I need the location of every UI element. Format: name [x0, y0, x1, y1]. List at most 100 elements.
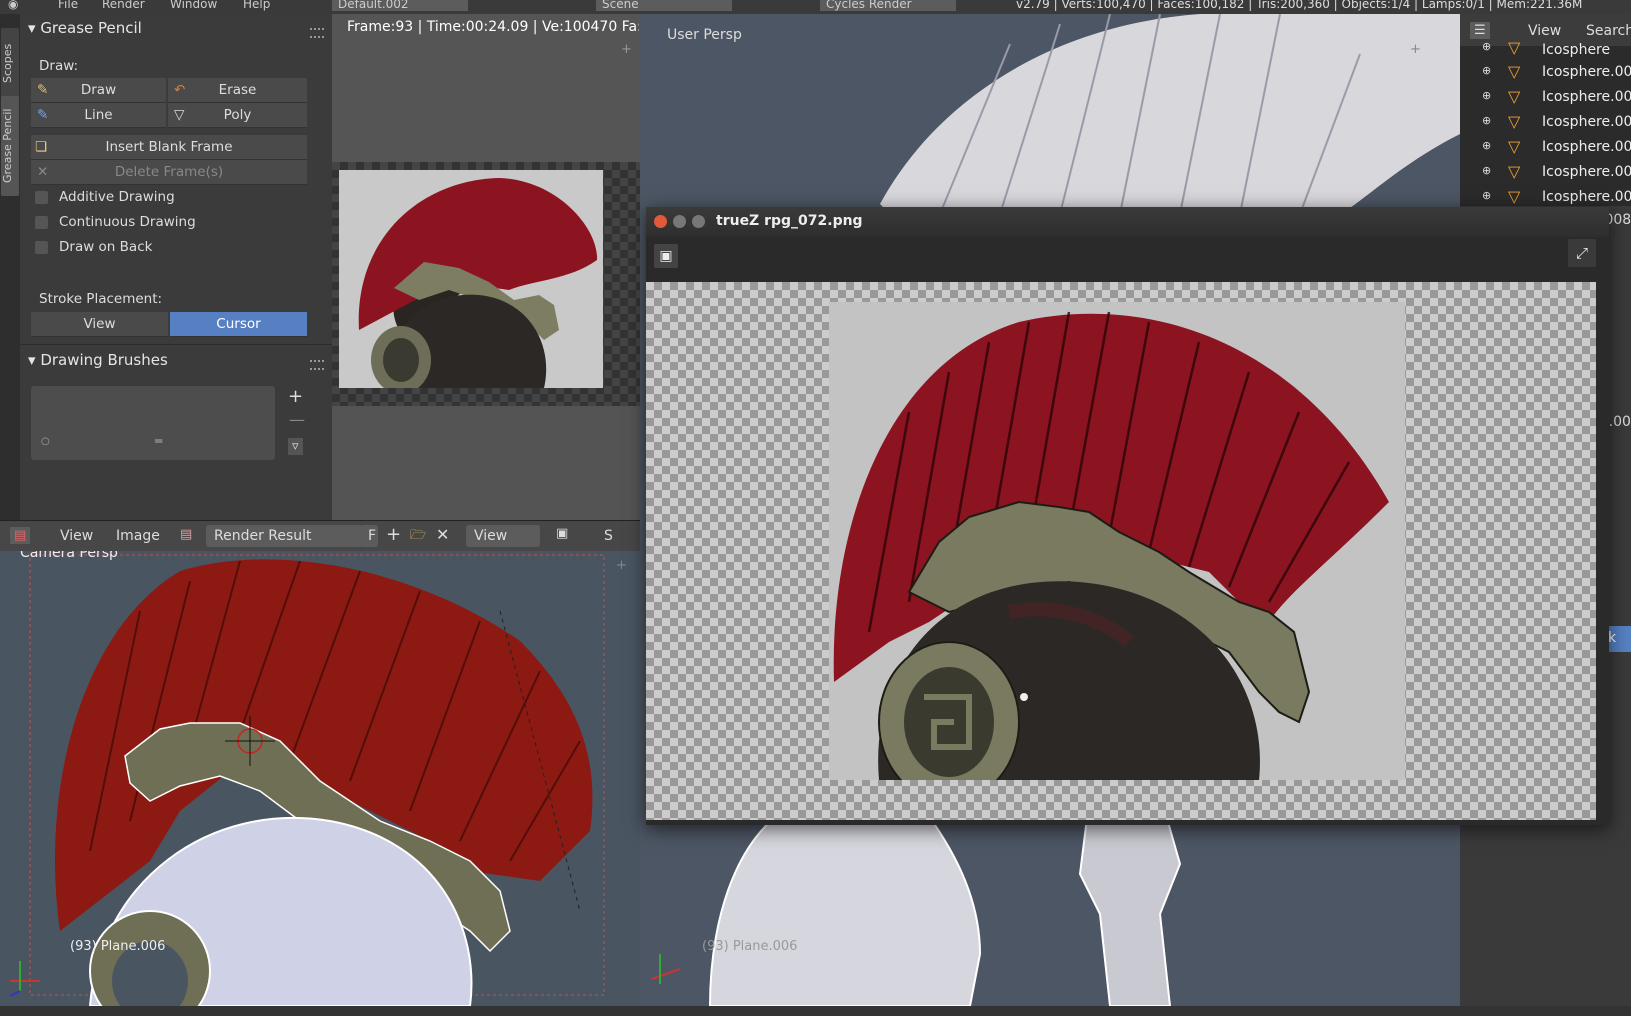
- image-browse-icon[interactable]: ▤: [180, 527, 192, 542]
- unlink-image-icon[interactable]: ✕: [436, 525, 449, 544]
- scene-selector[interactable]: Scene: [596, 0, 732, 11]
- image-canvas[interactable]: [646, 282, 1596, 820]
- additive-drawing-label: Additive Drawing: [59, 189, 175, 205]
- poly-button[interactable]: ▽ Poly: [168, 103, 307, 128]
- render-info: Frame:93 | Time:00:24.09 | Ve:100470 Fa:…: [347, 19, 639, 35]
- list-item[interactable]: ⊕ ▽ Icosphere.002: [1460, 85, 1631, 111]
- slot-selector[interactable]: S: [604, 528, 613, 544]
- drawing-brushes-panel-header[interactable]: ▾ Drawing Brushes: [28, 351, 168, 369]
- outliner-menu-search[interactable]: Search: [1586, 23, 1631, 39]
- pivot-icon[interactable]: ▣: [556, 526, 568, 541]
- brush-specials-icon[interactable]: ▿: [288, 438, 303, 455]
- top-menu-bar: ◉ File Render Window Help Default.002 Sc…: [0, 0, 1631, 15]
- new-image-icon[interactable]: +: [386, 524, 401, 545]
- line-button[interactable]: ✎ Line: [31, 103, 166, 128]
- draw-on-back-checkbox[interactable]: [35, 241, 48, 254]
- outliner: ☰ View Search ⊕ ▽ Icosphere ⊕ ▽ Icospher…: [1460, 14, 1631, 206]
- add-brush-icon[interactable]: +: [288, 386, 303, 407]
- continuous-drawing-checkbox[interactable]: [35, 216, 48, 229]
- line-label-text: Line: [84, 107, 113, 123]
- scene-stats: v2.79 | Verts:100,470 | Faces:100,182 | …: [1016, 0, 1583, 11]
- maximize-window-icon[interactable]: [692, 215, 705, 228]
- stroke-view-button[interactable]: View: [31, 312, 168, 337]
- list-item[interactable]: ⊕ ▽ Icosphere.004: [1460, 135, 1631, 161]
- draw-label-text: Draw: [80, 82, 117, 98]
- camera-viewport[interactable]: Camera Persp + (93) Plane.006: [0, 551, 640, 1006]
- expand-icon[interactable]: ⊕: [1482, 164, 1491, 177]
- expand-icon[interactable]: ⊕: [1482, 40, 1491, 53]
- menu-view[interactable]: View: [60, 528, 93, 544]
- outliner-menu-view[interactable]: View: [1528, 23, 1561, 39]
- minimize-window-icon[interactable]: [673, 215, 686, 228]
- render-engine-selector[interactable]: Cycles Render: [820, 0, 956, 11]
- outliner-item-name: Icosphere.007: [1542, 189, 1631, 205]
- list-item[interactable]: ⊕ ▽ Icosphere.007: [1460, 185, 1631, 206]
- list-item[interactable]: ⊕ ▽ Icosphere.001: [1460, 60, 1631, 86]
- list-grip-icon[interactable]: ═: [155, 434, 162, 448]
- expand-icon[interactable]: ⊕: [1482, 139, 1491, 152]
- mesh-icon: ▽: [1508, 137, 1521, 156]
- fullscreen-icon[interactable]: ⤢: [1568, 239, 1596, 267]
- grease-pencil-panel-header[interactable]: ▾ Grease Pencil: [28, 19, 142, 37]
- open-folder-icon[interactable]: 🗁: [410, 526, 426, 548]
- editor-corner-plus-icon[interactable]: +: [621, 42, 632, 57]
- expand-icon[interactable]: ⊕: [1482, 189, 1491, 202]
- poly-label-text: Poly: [223, 107, 252, 123]
- display-view-text: View: [474, 528, 508, 544]
- erase-label-text: Erase: [218, 82, 257, 98]
- image-editor-header: ▤ View Image ▤ Render Result F + 🗁 ✕ Vie…: [0, 520, 640, 551]
- panel-title: Grease Pencil: [40, 19, 142, 37]
- erase-button[interactable]: ↶ Erase: [168, 78, 307, 103]
- list-item[interactable]: ⊕ ▽ Icosphere.003: [1460, 110, 1631, 136]
- brush-list[interactable]: ○ ═: [31, 386, 275, 460]
- layout-selector[interactable]: Default.002: [332, 0, 468, 11]
- panel-grip-icon[interactable]: [310, 28, 324, 38]
- stroke-cursor-button[interactable]: Cursor: [170, 312, 307, 337]
- expand-icon[interactable]: ⊕: [1482, 64, 1491, 77]
- menu-window[interactable]: Window: [170, 0, 217, 11]
- insert-blank-frame-button[interactable]: ❏ Insert Blank Frame: [31, 135, 307, 160]
- outliner-item-name: Icosphere: [1542, 42, 1611, 58]
- viewer-menu-icon[interactable]: ▣: [654, 244, 678, 268]
- list-resize-icon[interactable]: ○: [41, 436, 50, 447]
- stroke-placement-label: Stroke Placement:: [39, 291, 163, 307]
- user-object-label: (93) Plane.006: [702, 939, 798, 954]
- delete-frames-button[interactable]: ✕ Delete Frame(s): [31, 160, 307, 185]
- editor-type-icon[interactable]: ▤: [10, 527, 31, 544]
- viewport-corner-plus-icon[interactable]: +: [1410, 42, 1421, 57]
- close-window-icon[interactable]: [654, 215, 667, 228]
- menu-help[interactable]: Help: [243, 0, 270, 11]
- menu-render[interactable]: Render: [102, 0, 145, 11]
- image-editor-background: [332, 14, 640, 164]
- panel-grip-icon[interactable]: [310, 360, 324, 370]
- mesh-icon: ▽: [1508, 112, 1521, 131]
- outliner-item-name: Icosphere.003: [1542, 114, 1631, 130]
- list-item[interactable]: ⊕ ▽ Icosphere.005: [1460, 160, 1631, 186]
- remove-brush-icon[interactable]: —: [289, 410, 305, 429]
- menu-file[interactable]: File: [58, 0, 78, 11]
- draw-button[interactable]: ✎ Draw: [31, 78, 166, 103]
- image-viewer-window[interactable]: trueZ rpg_072.png ▣ ⤢: [646, 207, 1609, 825]
- property-value: k: [1608, 630, 1617, 646]
- draw-on-back-label: Draw on Back: [59, 239, 153, 255]
- render-thumbnail: [339, 170, 603, 388]
- draw-label: Draw:: [39, 58, 79, 74]
- tab-grease-pencil[interactable]: Grease Pencil: [1, 96, 19, 196]
- panel-divider: [20, 344, 332, 345]
- menu-image[interactable]: Image: [116, 528, 160, 544]
- image-editor-area: Frame:93 | Time:00:24.09 | Ve:100470 Fa:…: [332, 14, 640, 520]
- expand-icon[interactable]: ⊕: [1482, 114, 1491, 127]
- viewport-corner-plus-icon[interactable]: +: [616, 558, 627, 573]
- mesh-icon: ▽: [1508, 87, 1521, 106]
- display-view-selector[interactable]: View: [466, 525, 540, 547]
- camera-scene-render: [9, 554, 605, 1006]
- blender-logo-icon[interactable]: ◉: [8, 0, 18, 11]
- fake-user-toggle[interactable]: F: [360, 525, 378, 547]
- image-name-field[interactable]: Render Result: [206, 525, 362, 547]
- window-titlebar[interactable]: trueZ rpg_072.png: [646, 207, 1609, 237]
- image-canvas[interactable]: [332, 162, 640, 406]
- outliner-editor-type-icon[interactable]: ☰: [1470, 22, 1490, 39]
- additive-drawing-checkbox[interactable]: [35, 191, 48, 204]
- tab-scopes[interactable]: Scopes: [1, 28, 19, 98]
- expand-icon[interactable]: ⊕: [1482, 89, 1491, 102]
